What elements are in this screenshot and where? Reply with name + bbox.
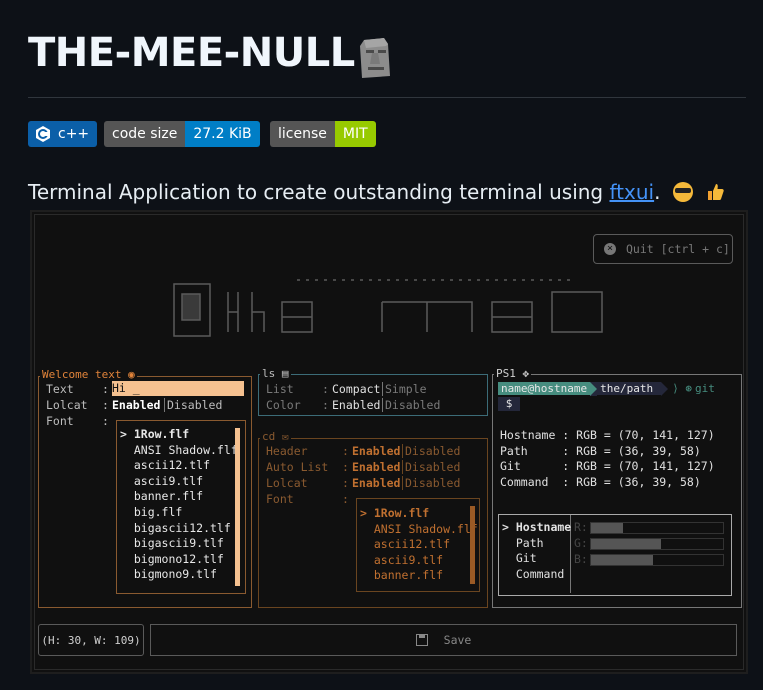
ps1-color-row: Command : RGB = (36, 39, 58) <box>500 474 701 489</box>
font-list-item[interactable]: ANSI Shadow.flf <box>360 522 478 538</box>
ls-simple-toggle[interactable]: Simple <box>382 382 427 396</box>
powerline-arrow-icon <box>661 381 669 396</box>
ps1-color-list: Hostname : RGB = (70, 141, 127) Path : RG… <box>500 428 715 490</box>
ps1-hostname-segment: name@hostname <box>498 382 591 395</box>
welcome-panel-title: Welcome text ◉ <box>40 368 137 381</box>
cpp-logo-icon <box>28 121 56 147</box>
cd-autolist-label: Auto List <box>266 460 329 474</box>
font-list-item[interactable]: bigascii9.tlf <box>120 536 238 552</box>
ps1-prompt-preview: name@hostname the/path ⟩ ⊛ git <box>498 381 715 396</box>
cd-font-list[interactable]: > 1Row.flf ANSI Shadow.flf ascii12.tlf a… <box>360 506 478 584</box>
font-list-item[interactable]: bigmono12.tlf <box>120 552 238 568</box>
license-label: license <box>270 121 335 147</box>
red-slider[interactable] <box>590 522 724 534</box>
cd-lolcat-label: Lolcat <box>266 476 308 490</box>
cd-header-enabled-toggle[interactable]: Enabled <box>352 444 400 458</box>
cd-autolist-disabled-toggle[interactable]: Disabled <box>402 460 460 474</box>
ps1-panel-title: PS1 ✥ <box>494 367 532 380</box>
font-list-item[interactable]: ascii12.tlf <box>360 537 478 553</box>
font-list-item[interactable]: bigmono9.tlf <box>120 567 238 583</box>
title-divider <box>28 97 746 98</box>
ls-color-disabled-toggle[interactable]: Disabled <box>382 398 440 412</box>
intro-text: Terminal Application to create outstandi… <box>28 180 725 204</box>
ascii-art-banner <box>173 279 603 337</box>
lolcat-enabled-toggle[interactable]: Enabled <box>112 398 160 412</box>
cool-face-emoji-icon <box>672 182 693 202</box>
color-target-item[interactable]: Command <box>502 567 571 583</box>
cd-panel-title: cd ✉ <box>260 430 291 443</box>
cd-autolist-enabled-toggle[interactable]: Enabled <box>352 460 400 474</box>
license-value: MIT <box>334 121 376 147</box>
moai-icon <box>360 38 390 78</box>
terminal-size-status: (H: 30, W: 109) <box>38 624 144 656</box>
ls-list-label: List <box>266 382 294 396</box>
quit-button[interactable]: × Quit [ctrl + c] <box>593 234 733 264</box>
font-list-item[interactable]: banner.flf <box>120 489 238 505</box>
cd-font-scrollbar[interactable] <box>470 506 475 584</box>
green-slider[interactable] <box>590 538 724 550</box>
font-list-item[interactable]: ascii9.tlf <box>120 474 238 490</box>
welcome-font-list[interactable]: > 1Row.flf ANSI Shadow.flf ascii12.tlf a… <box>120 427 238 583</box>
lolcat-label: Lolcat <box>46 398 88 412</box>
font-list-item[interactable]: ANSI Shadow.flf <box>120 443 238 459</box>
ls-color-label: Color <box>266 398 301 412</box>
cd-header-disabled-toggle[interactable]: Disabled <box>402 444 460 458</box>
ls-panel-title: ls ▤ <box>260 367 291 380</box>
powerline-arrow-icon <box>590 381 598 396</box>
blue-slider-fill <box>591 555 653 565</box>
cd-header-label: Header <box>266 444 308 458</box>
ps1-dollar-segment: $ <box>498 397 520 411</box>
close-icon: × <box>604 243 616 255</box>
ps1-color-row: Hostname : RGB = (70, 141, 127) <box>500 428 715 442</box>
font-list-item[interactable]: big.flf <box>120 505 238 521</box>
font-list-item[interactable]: banner.flf <box>360 568 478 584</box>
color-target-list[interactable]: > Hostname Path Git Command <box>502 520 571 582</box>
ls-compact-toggle[interactable]: Compact <box>332 382 380 396</box>
font-list-item[interactable]: ascii12.tlf <box>120 458 238 474</box>
save-button[interactable]: Save <box>150 624 737 656</box>
welcome-text-input[interactable]: Hi _ <box>112 381 244 396</box>
ps1-color-row: Git : RGB = (70, 141, 127) <box>500 459 715 474</box>
font-list-item[interactable]: > 1Row.flf <box>360 506 478 522</box>
color-target-item[interactable]: Path <box>502 536 571 552</box>
page-title: THE-MEE-NULL <box>28 30 355 76</box>
branch-icon: ⟩ ⊛ <box>672 382 692 395</box>
ps1-git-segment: git <box>694 382 715 395</box>
lolcat-disabled-toggle[interactable]: Disabled <box>164 398 222 412</box>
font-label: Font <box>46 414 74 428</box>
cpp-badge[interactable]: c++ <box>28 121 98 147</box>
ps1-path-segment: the/path <box>597 382 662 395</box>
text-field-label: Text <box>46 382 74 396</box>
code-size-label: code size <box>104 121 186 147</box>
terminal-screenshot: × Quit [ctrl + c] Welcome text ◉ Text : … <box>30 210 748 674</box>
font-list-item[interactable]: bigascii12.tlf <box>120 521 238 537</box>
code-size-value: 27.2 KiB <box>185 121 260 147</box>
code-size-badge[interactable]: code size 27.2 KiB <box>104 121 260 147</box>
license-badge[interactable]: license MIT <box>270 121 376 147</box>
ls-color-enabled-toggle[interactable]: Enabled <box>332 398 380 412</box>
green-slider-fill <box>591 539 661 549</box>
floppy-disk-icon <box>415 634 428 646</box>
blue-slider[interactable] <box>590 554 724 566</box>
welcome-font-scrollbar[interactable] <box>235 428 240 586</box>
color-target-item[interactable]: > Hostname <box>502 520 571 536</box>
ps1-color-row: Path : RGB = (36, 39, 58) <box>500 443 701 458</box>
cpp-badge-label: c++ <box>56 121 98 147</box>
cd-font-label: Font <box>266 492 294 506</box>
thumbs-up-emoji-icon <box>705 182 725 202</box>
font-list-item[interactable]: > 1Row.flf <box>120 427 238 443</box>
cd-lolcat-disabled-toggle[interactable]: Disabled <box>402 476 460 490</box>
font-list-item[interactable]: ascii9.tlf <box>360 553 478 569</box>
ftxui-link[interactable]: ftxui <box>609 180 654 204</box>
cd-lolcat-enabled-toggle[interactable]: Enabled <box>352 476 400 490</box>
red-slider-fill <box>591 523 623 533</box>
color-target-item[interactable]: Git <box>502 551 571 567</box>
